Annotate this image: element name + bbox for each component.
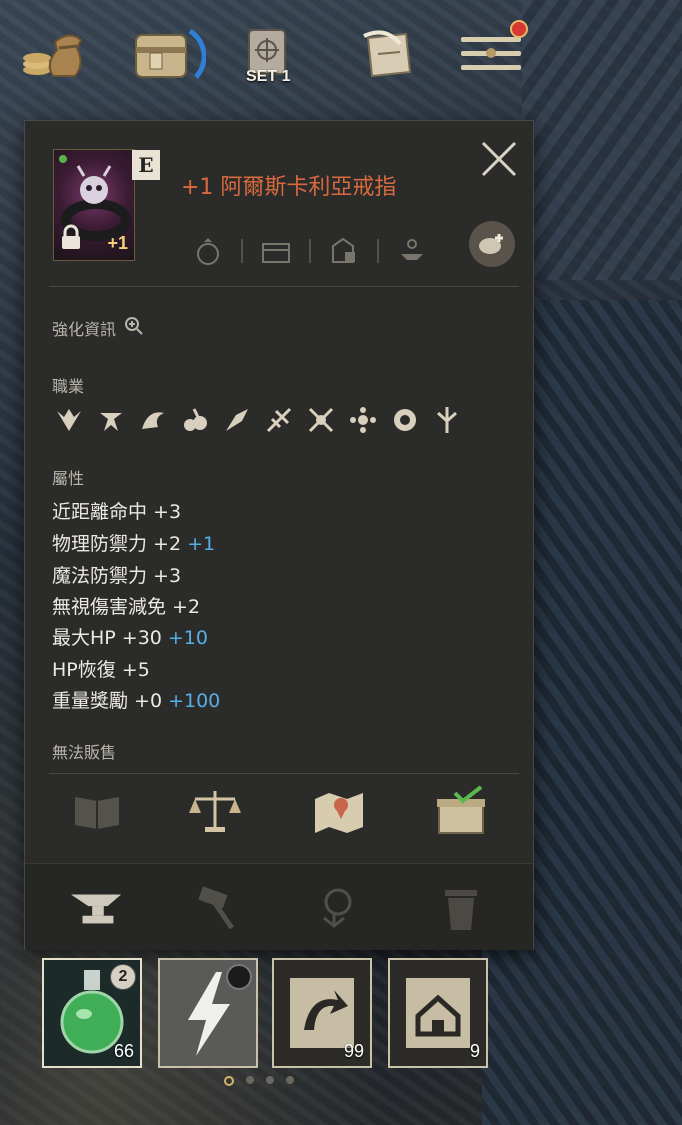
stat-text: 無視傷害減免 +2 [52,596,201,618]
quickslot-potion[interactable]: 2 66 [42,958,142,1068]
spear-class-icon [430,403,464,437]
tool-strip [25,863,533,950]
gunner-class-icon [262,403,296,437]
item-book-icon[interactable] [69,785,125,837]
stat-line: 最大HP +30 +10 [52,623,208,650]
top-bar: SET 1 [0,0,682,110]
knight-class-icon [52,403,86,437]
skill-set-label: SET 1 [246,68,291,85]
attributes-label: 屬性 [52,469,85,488]
stat-bonus: +100 [168,690,221,712]
cooldown-indicator-icon [226,964,252,990]
stat-line: 重量獎勵 +0 +100 [52,686,220,713]
stat-line: 物理防禦力 +2 +1 [52,529,215,556]
pager-dot[interactable] [286,1076,294,1084]
quickslot-return-scroll[interactable]: 99 [272,958,372,1068]
stat-bonus: +10 [167,627,208,649]
stat-text: 最大HP +30 [52,627,162,649]
coin-bag-icon[interactable] [14,18,94,90]
ring-slot-icon[interactable] [185,236,231,266]
item-count: 99 [343,1041,364,1061]
item-count: 9 [469,1041,480,1061]
stat-text: 近距離命中 +3 [52,501,182,523]
monk-class-icon [388,403,422,437]
axe-class-icon [304,403,338,437]
chat-share-icon[interactable] [469,221,515,267]
warrior-class-icon [94,403,128,437]
action-separator [309,239,311,263]
wizard-class-icon [136,403,170,437]
pager-dot[interactable] [266,1076,274,1084]
item-title: +1 阿爾斯卡利亞戒指 [181,175,397,200]
action-separator [241,239,243,263]
stack-badge: 2 [110,964,136,990]
inventory-icon[interactable] [126,18,206,90]
enhance-level-badge: +1 [107,233,128,253]
elf-class-icon [178,403,212,437]
quickslot-pager[interactable] [224,1076,294,1086]
enhance-info-label: 強化資訊 [52,320,117,339]
stat-line: HP恢復 +5 [52,655,150,682]
warehouse-icon[interactable] [321,236,367,266]
item-action-row [25,771,533,851]
search-convert-icon[interactable] [311,882,367,934]
lock-icon [60,224,82,254]
scale-trade-icon[interactable] [187,785,243,837]
anvil-enhance-icon[interactable] [389,236,435,266]
header-divider [49,286,519,287]
anvil-icon[interactable] [69,882,125,934]
stat-text: HP恢復 +5 [52,659,150,681]
pager-dot-active[interactable] [224,1076,234,1086]
storage-box-check-icon[interactable] [433,785,489,837]
quickslot-skill[interactable] [158,958,258,1068]
darkelf-class-icon [220,403,254,437]
enhance-info-link[interactable]: 強化資訊 [52,316,144,340]
action-separator [377,239,379,263]
stat-text: 魔法防禦力 +3 [52,565,182,587]
trash-icon[interactable] [433,882,489,934]
stat-text: 重量獎勵 +0 [52,690,163,712]
hammer-icon[interactable] [189,882,245,934]
quickslot-home-scroll[interactable]: 9 [388,958,488,1068]
map-location-icon[interactable] [311,785,367,837]
zoom-in-icon [124,316,144,340]
priest-class-icon [346,403,380,437]
job-label: 職業 [52,377,85,396]
notification-dot [510,20,528,38]
stat-line: 近距離命中 +3 [52,497,181,524]
job-icon-row [52,403,464,437]
unsellable-label: 無法販售 [52,743,117,762]
quest-scroll-icon[interactable] [348,18,428,90]
storage-chest-icon[interactable] [253,238,299,264]
grade-badge: E [132,150,160,180]
stat-line: 無視傷害減免 +2 [52,592,200,619]
close-icon[interactable] [479,139,519,179]
skull-ring-icon[interactable]: E +1 [53,149,160,261]
stat-text: 物理防禦力 +2 [52,533,182,555]
item-count: 66 [113,1041,134,1061]
item-detail-panel: E +1 +1 阿爾斯卡利亞戒指 強化資訊 職業 屬性 近距離命中 +3 物理防… [24,120,534,950]
pager-dot[interactable] [246,1076,254,1084]
stat-bonus: +1 [187,533,216,555]
stat-line: 魔法防禦力 +3 [52,561,181,588]
item-quick-actions [185,231,455,271]
